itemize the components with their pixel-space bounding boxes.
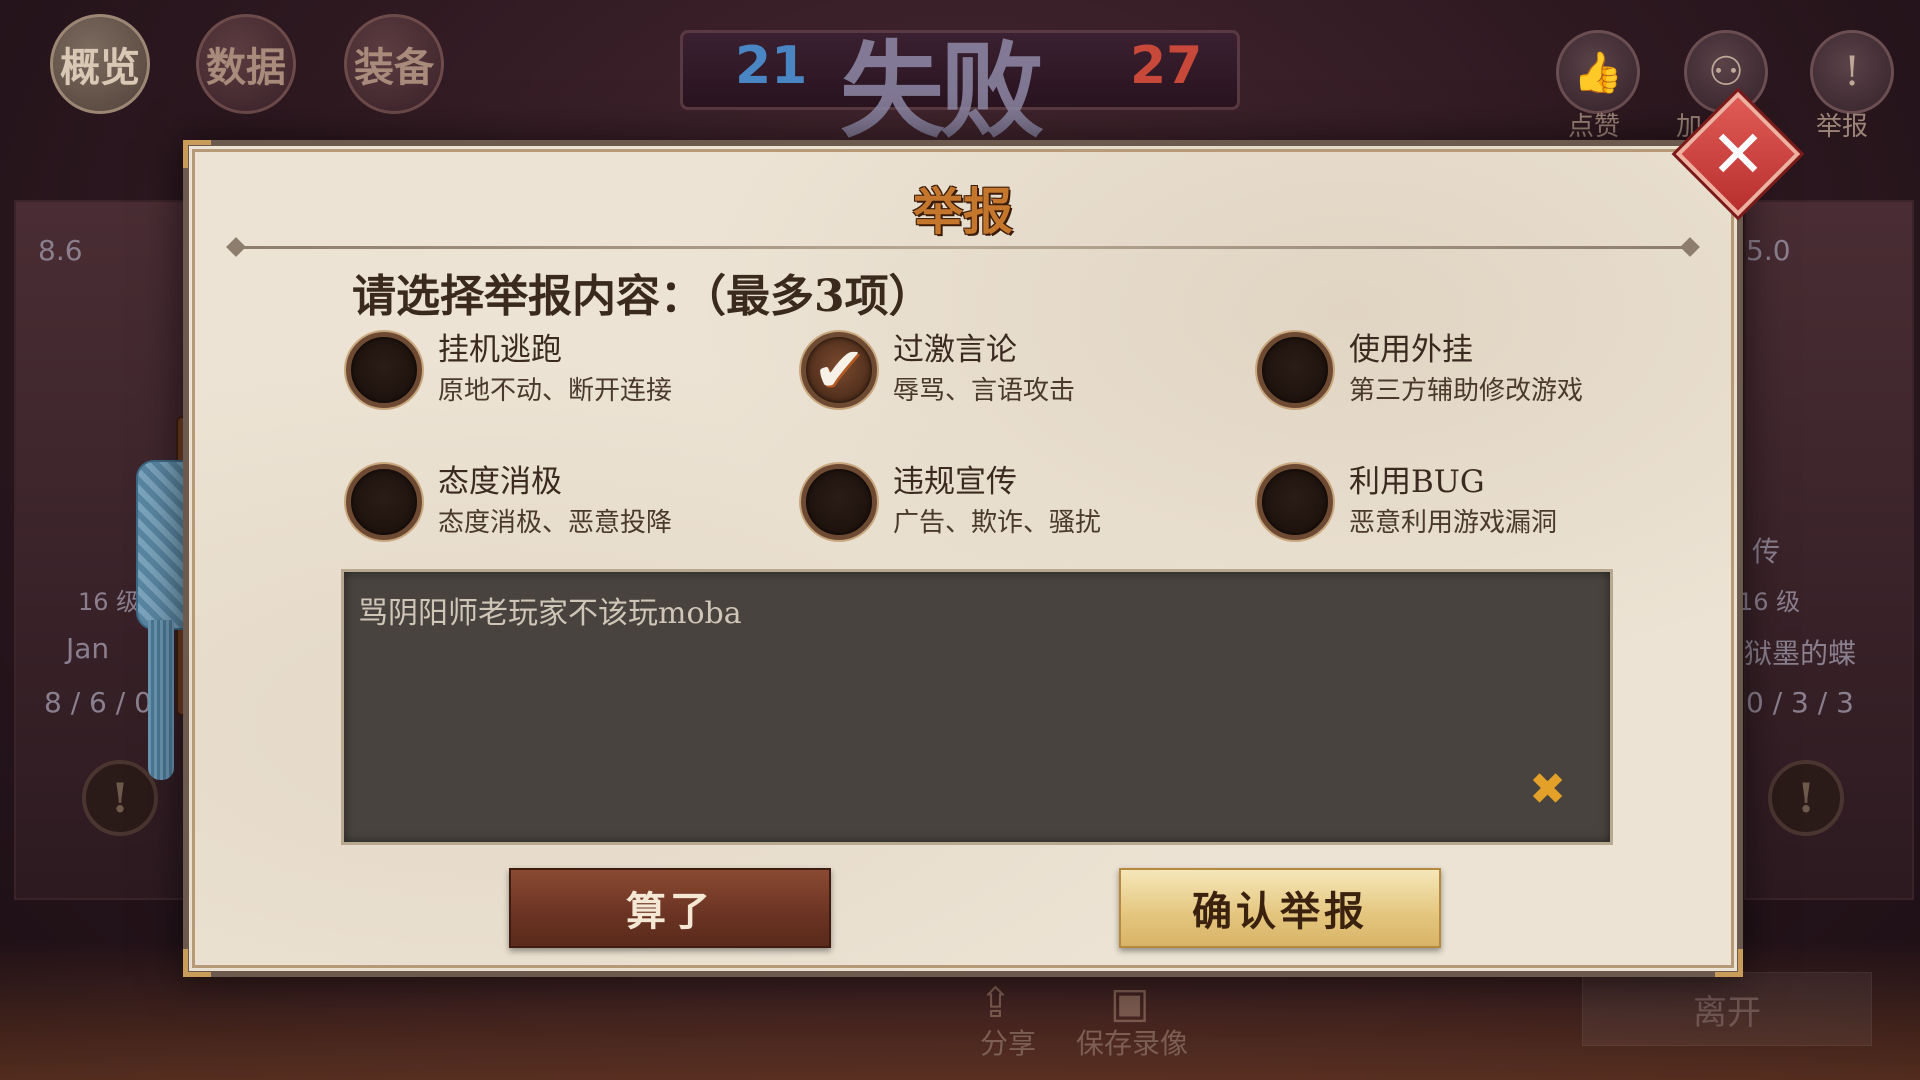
checkbox-abusive-language[interactable]: ✔: [801, 332, 877, 408]
right-player-score: 5.0: [1746, 234, 1791, 267]
thumbs-up-icon[interactable]: 👍: [1556, 30, 1640, 114]
video-camera-icon[interactable]: ▣: [1110, 978, 1150, 1027]
right-report-icon[interactable]: !: [1768, 760, 1844, 836]
red-team-score: 27: [1130, 36, 1203, 96]
option-illegal-promotion[interactable]: 违规宣传 广告、欺诈、骚扰: [801, 456, 1221, 546]
option-label: 使用外挂: [1349, 332, 1473, 368]
confirm-report-button[interactable]: 确认举报: [1119, 868, 1441, 948]
checkbox-bug-exploit[interactable]: [1257, 464, 1333, 540]
checkbox-cheating[interactable]: [1257, 332, 1333, 408]
left-player-name: Jan: [66, 632, 110, 665]
close-icon[interactable]: ✕: [1700, 114, 1776, 194]
option-label: 过激言论: [893, 332, 1017, 368]
checkbox-afk[interactable]: [346, 332, 422, 408]
left-report-icon[interactable]: !: [82, 760, 158, 836]
corner-ornament: [183, 949, 211, 977]
corner-ornament: [1715, 949, 1743, 977]
report-instruction: 请选择举报内容：（最多3项）: [352, 271, 933, 322]
option-label: 态度消极: [438, 464, 562, 500]
option-description: 广告、欺诈、骚扰: [893, 508, 1102, 538]
option-negative-attitude[interactable]: 态度消极 态度消极、恶意投降: [346, 456, 766, 546]
tab-data[interactable]: 数据: [196, 14, 296, 114]
option-description: 辱骂、言语攻击: [893, 376, 1076, 406]
tab-equipment[interactable]: 装备: [344, 14, 444, 114]
share-label[interactable]: 分享: [980, 1022, 1036, 1062]
right-player-name: 狱墨的蝶: [1744, 637, 1857, 670]
left-player-level: 16 级: [78, 588, 141, 616]
option-cheating[interactable]: 使用外挂 第三方辅助修改游戏: [1257, 324, 1677, 414]
option-description: 态度消极、恶意投降: [438, 508, 673, 538]
blue-team-score: 21: [735, 36, 808, 96]
add-friend-icon[interactable]: ⚇: [1684, 30, 1768, 114]
checkmark-icon: ✔: [813, 333, 865, 406]
right-player-title: 传: [1752, 535, 1781, 568]
scroll-tassel-decoration: [148, 620, 174, 780]
option-label: 违规宣传: [893, 464, 1017, 500]
right-player-level: 16 级: [1738, 588, 1801, 616]
report-label: 举报: [1816, 112, 1869, 142]
option-description: 第三方辅助修改游戏: [1349, 376, 1584, 406]
like-label: 点赞: [1568, 112, 1621, 142]
leave-button[interactable]: 离开: [1582, 972, 1872, 1046]
clear-text-icon[interactable]: ✖: [1529, 768, 1566, 812]
option-description: 恶意利用游戏漏洞: [1349, 508, 1558, 538]
checkbox-negative-attitude[interactable]: [346, 464, 422, 540]
option-label: 挂机逃跑: [438, 332, 562, 368]
option-label: 利用BUG: [1349, 464, 1485, 500]
dialog-title: 举报: [913, 182, 1013, 241]
save-replay-label[interactable]: 保存录像: [1076, 1022, 1188, 1062]
match-result-text: 失败: [840, 29, 1044, 152]
report-icon[interactable]: !: [1810, 30, 1894, 114]
option-afk[interactable]: 挂机逃跑 原地不动、断开连接: [346, 324, 766, 414]
tab-overview[interactable]: 概览: [50, 14, 150, 114]
option-description: 原地不动、断开连接: [438, 376, 673, 406]
report-dialog: 举报 请选择举报内容：（最多3项） 挂机逃跑 原地不动、断开连接 ✔ 过激言论 …: [183, 140, 1743, 977]
left-player-kda: 8 / 6 / 0: [44, 686, 152, 719]
right-player-kda: 0 / 3 / 3: [1746, 686, 1854, 719]
report-details-text: 骂阴阳师老玩家不该玩moba: [358, 596, 742, 631]
title-divider: [235, 246, 1691, 249]
share-icon[interactable]: ⇪: [978, 978, 1013, 1027]
corner-ornament: [183, 140, 211, 168]
option-abusive-language[interactable]: ✔ 过激言论 辱骂、言语攻击: [801, 324, 1221, 414]
checkbox-illegal-promotion[interactable]: [801, 464, 877, 540]
option-bug-exploit[interactable]: 利用BUG 恶意利用游戏漏洞: [1257, 456, 1677, 546]
report-details-textarea[interactable]: 骂阴阳师老玩家不该玩moba ✖: [341, 569, 1613, 845]
left-player-score: 8.6: [38, 234, 83, 267]
cancel-button[interactable]: 算了: [509, 868, 831, 948]
